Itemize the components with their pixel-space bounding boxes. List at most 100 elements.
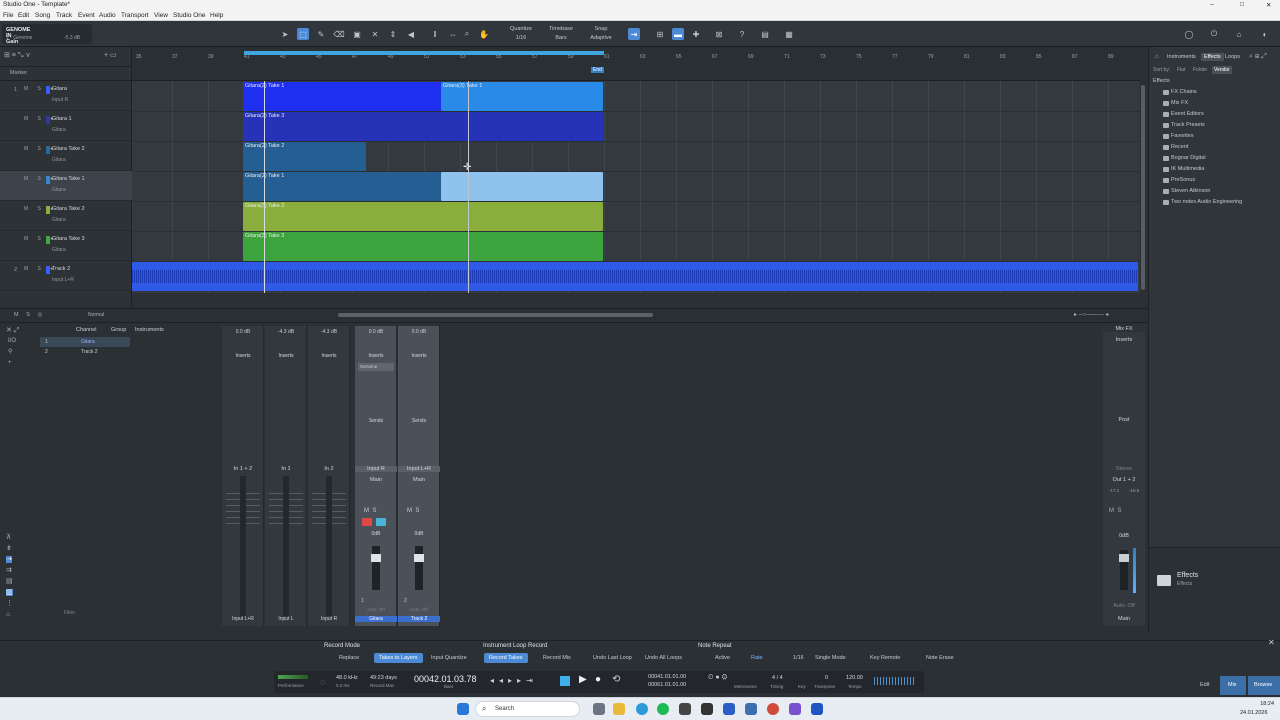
time-signature[interactable]: 4 / 4 (772, 675, 783, 681)
maximize-button[interactable]: □ (1240, 1, 1244, 8)
browser-folder-item[interactable]: Mix FX (1162, 100, 1188, 106)
zoom-slider-icon[interactable]: ▸ ─○──── ◂ (1074, 311, 1108, 318)
sort-flat[interactable]: Flat (1177, 67, 1185, 73)
channel-strip[interactable]: 0.0 dB Inserts In 1 + 2 Input L+R (222, 326, 264, 626)
sort-folder[interactable]: Folder (1193, 67, 1207, 73)
track-name[interactable]: Gitara 1 (52, 116, 72, 122)
browser-folder-item[interactable]: PreSonus (1162, 177, 1195, 183)
main-fader[interactable] (1119, 550, 1129, 590)
snap-select[interactable]: Adaptive (581, 35, 621, 41)
plugin-slot[interactable]: Genome (358, 363, 394, 371)
strip-auto[interactable]: Auto: Off (355, 607, 397, 612)
explorer-icon[interactable] (613, 703, 625, 715)
single-mode-button[interactable]: Single Mode (810, 653, 851, 663)
sort-vendor[interactable]: Vendor (1212, 66, 1232, 74)
browser-tab-effects[interactable]: Effects (1201, 53, 1224, 61)
app-icon-4[interactable] (789, 703, 801, 715)
user-icon[interactable]: ◯ (1183, 28, 1195, 40)
rate-button[interactable]: Rate (746, 653, 768, 663)
terminal-icon[interactable] (701, 703, 713, 715)
menu-transport[interactable]: Transport (121, 12, 149, 19)
transpose-value[interactable]: 0 (825, 675, 828, 681)
tool-icon[interactable] (679, 703, 691, 715)
menu-audio[interactable]: Audio (99, 12, 116, 19)
loop-button[interactable]: ⟲ (612, 674, 620, 685)
browser-tab-loops[interactable]: Loops (1225, 54, 1240, 60)
main-out[interactable]: Out 1 + 2 (1103, 477, 1145, 483)
mix-view-button[interactable]: Mix (1220, 676, 1246, 695)
footer-icons[interactable]: M S ◎ (14, 312, 42, 318)
menu-view[interactable]: View (154, 12, 168, 19)
monitor-button[interactable] (376, 518, 386, 526)
help-icon[interactable]: ? (736, 28, 748, 40)
undo-last-loop-button[interactable]: Undo Last Loop (588, 653, 637, 663)
channel-strip[interactable]: 0.0 dB Inserts Genome Sends Input R Main M S 0d… (355, 326, 397, 626)
track-name[interactable]: Gitara Take 2 (52, 206, 85, 212)
mixer-close-icon[interactable]: ✕ ⤢ (6, 326, 19, 335)
mute-tool-icon[interactable]: ✕ (369, 28, 381, 40)
position-display[interactable]: 00042.01.03.78 (414, 674, 477, 684)
browser-folder-item[interactable]: Steven Atkinson (1162, 188, 1210, 194)
menu-event[interactable]: Event (78, 12, 95, 19)
menu-studio-one[interactable]: Studio One (173, 12, 206, 19)
audio-clip[interactable]: Gitara(2) Take 2 (243, 142, 366, 171)
active-button[interactable]: Active (710, 653, 735, 663)
track-header[interactable]: 2M S ● Track 2 Input L+R (0, 261, 132, 291)
arrow-tool-icon[interactable]: ➤ (279, 28, 291, 40)
grid-view-icon[interactable]: ▦ (783, 28, 795, 40)
track-header[interactable]: M S ● Gitara Take 1 Gitara (0, 171, 132, 201)
channel-strip[interactable]: -4.3 dB Inserts In 2 Input R (308, 326, 350, 626)
strip-inserts[interactable]: Inserts (355, 353, 397, 359)
record-button[interactable]: ● (595, 674, 601, 685)
menu-edit[interactable]: Edit (18, 12, 29, 19)
browser-folder-item[interactable]: Event Editors (1163, 111, 1204, 117)
strip-name[interactable]: Input L (265, 616, 307, 622)
main-inserts[interactable]: Inserts (1103, 337, 1145, 343)
metronome-icon[interactable]: ⏲ ● ⚙ (708, 674, 727, 682)
track-header[interactable]: M S ● Gitara Take 2 Gitara (0, 201, 132, 231)
menu-track[interactable]: Track (56, 12, 72, 19)
strip-name[interactable]: Track 2 (398, 616, 440, 622)
search-box[interactable]: ⌕ Search (475, 701, 580, 717)
volume-fader[interactable] (414, 546, 424, 590)
strip-name[interactable]: Input L+R (222, 616, 264, 622)
key-remote-button[interactable]: Key Remote (865, 653, 905, 663)
mixer-view-icons[interactable]: ⊼ ⇟ ⇢ ⇉ ▤ ▥ ⋮ ⌂ (6, 532, 26, 632)
main-auto[interactable]: Auto: Off (1103, 603, 1145, 609)
strip-auto[interactable]: Auto: Off (398, 607, 440, 612)
snap-toggle-icon[interactable]: ⇥ (628, 28, 640, 40)
browser-folder-item[interactable]: Bognar Digital (1163, 155, 1206, 161)
record-arm-button[interactable] (362, 518, 372, 526)
track-tools-icon[interactable]: ⊞ ≡ ⤡ ⋎ (4, 51, 31, 60)
cpu-icon[interactable]: ⊠ (713, 28, 725, 40)
home-icon[interactable]: ⌂ (1233, 28, 1245, 40)
pencil-tool-icon[interactable]: ✎ (315, 28, 327, 40)
autoscroll-icon[interactable]: ⊞ (654, 28, 666, 40)
zoom-tool-icon[interactable]: ⌕ (461, 28, 473, 40)
device-panel[interactable]: GENOME IN Gain 1 - Genome -5.3 dB (2, 24, 92, 45)
studio-one-icon[interactable] (811, 703, 823, 715)
takes-to-layers-button[interactable]: Takes to Layers (374, 653, 423, 663)
strip-inserts[interactable]: Inserts (222, 353, 264, 359)
loop-right[interactable]: 00061.01.01.00 (648, 682, 686, 688)
track-name[interactable]: Gitara Take 2 (52, 146, 85, 152)
volume-fader[interactable] (371, 546, 381, 590)
channel-strip[interactable]: 0.0 dB Inserts Sends Input L+R Main M S 0dB 2 Au… (398, 326, 440, 626)
input-quantize-button[interactable]: Input Quantize (426, 653, 472, 663)
browser-folder-item[interactable]: Two notes Audio Engineering (1162, 199, 1242, 205)
channel-strip[interactable]: -4.3 dB Inserts In 1 Input L (265, 326, 307, 626)
note-erase-button[interactable]: Note Erase (921, 653, 959, 663)
mixer-tab-group[interactable]: Group (111, 327, 126, 333)
strip-sends[interactable]: Sends (398, 418, 440, 424)
audio-clip[interactable]: Gitara(3) Take 1 (441, 82, 603, 111)
crosshair-icon[interactable]: ✚ (690, 28, 702, 40)
edge-icon[interactable] (636, 703, 648, 715)
horizontal-scrollbar[interactable] (338, 313, 653, 317)
strip-inserts[interactable]: Inserts (308, 353, 350, 359)
loop-range[interactable] (244, 51, 604, 55)
bend-tool-icon[interactable]: ⇕ (387, 28, 399, 40)
clock-time[interactable]: 18:24 (1246, 701, 1274, 707)
taskview-icon[interactable] (593, 703, 605, 715)
track2-audio-clip[interactable] (132, 262, 1138, 291)
menu-help[interactable]: Help (210, 12, 223, 19)
